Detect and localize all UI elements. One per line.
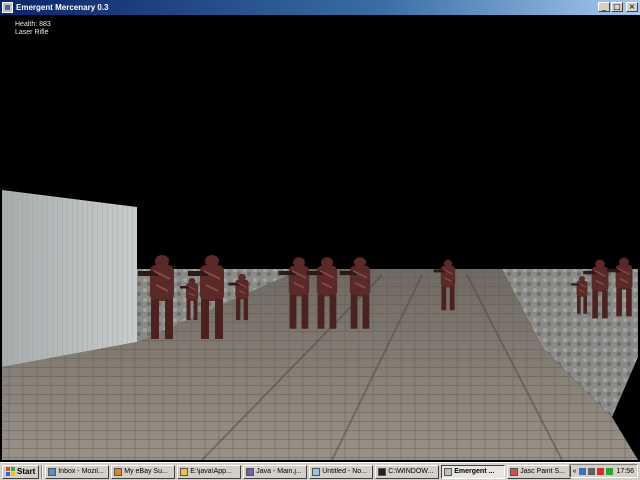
console-icon	[378, 467, 387, 476]
taskbar-button-label: E:\java\App...	[190, 468, 232, 475]
start-button[interactable]: Start	[2, 464, 40, 479]
title-bar[interactable]: Emergent Mercenary 0.3 _ □ ×	[0, 0, 640, 15]
start-label: Start	[17, 467, 36, 476]
taskbar-button[interactable]: Jasc Paint S...	[507, 464, 572, 479]
volume-icon[interactable]	[588, 467, 596, 475]
taskbar-button[interactable]: Untitled - No...	[309, 464, 374, 479]
taskbar-button-label: Java - Main.j...	[256, 468, 302, 475]
weapon-readout: Laser Rifle	[15, 29, 49, 36]
folder-icon	[180, 467, 189, 476]
minimize-button[interactable]: _	[598, 2, 610, 12]
taskbar-button-label: Inbox - Mozil...	[58, 468, 104, 475]
app-icon[interactable]	[2, 2, 13, 13]
tray-icons	[579, 467, 614, 475]
paint-icon	[510, 467, 519, 476]
taskbar-button[interactable]: E:\java\App...	[177, 464, 242, 479]
java-ide-icon	[246, 467, 255, 476]
mozilla-mail-icon	[48, 467, 57, 476]
notepad-icon	[312, 467, 321, 476]
taskbar-separator	[41, 464, 44, 479]
taskbar-button-label: C:\WINDOW...	[388, 468, 434, 475]
close-button[interactable]: ×	[626, 2, 638, 12]
taskbar: Start Inbox - Mozil... My eBay Su... E:\ja…	[0, 462, 640, 480]
clock[interactable]: 17:56	[616, 468, 634, 475]
window-controls: _ □ ×	[598, 2, 638, 12]
hud: Health: 883 Laser Rifle	[15, 21, 51, 37]
taskbar-button[interactable]: C:\WINDOW...	[375, 464, 440, 479]
taskbar-button[interactable]: Java - Main.j...	[243, 464, 308, 479]
taskbar-button-label: Emergent ...	[454, 468, 495, 475]
taskbar-button-label: Jasc Paint S...	[520, 468, 565, 475]
taskbar-button[interactable]: Inbox - Mozil...	[45, 464, 110, 479]
game-viewport[interactable]: Health: 883 Laser Rifle	[2, 17, 638, 460]
taskbar-button[interactable]: My eBay Su...	[111, 464, 176, 479]
security-icon[interactable]	[597, 467, 605, 475]
taskbar-button-label: My eBay Su...	[124, 468, 168, 475]
game-window-icon	[444, 467, 453, 476]
tray-expand-chevron-icon[interactable]: «	[573, 468, 577, 475]
windows-logo-icon	[6, 467, 15, 476]
game-window: Emergent Mercenary 0.3 _ □ × Health: 883…	[0, 0, 640, 462]
window-title: Emergent Mercenary 0.3	[16, 3, 109, 12]
game-scene	[2, 17, 638, 460]
health-readout: Health: 883	[15, 21, 51, 28]
network-icon[interactable]	[579, 467, 587, 475]
taskbar-button-label: Untitled - No...	[322, 468, 367, 475]
system-tray: « 17:56	[568, 464, 638, 478]
antivirus-icon[interactable]	[606, 467, 614, 475]
taskbar-button[interactable]: Emergent ...	[441, 464, 506, 479]
browser-icon	[114, 467, 123, 476]
maximize-button[interactable]: □	[611, 2, 623, 12]
task-list: Inbox - Mozil... My eBay Su... E:\java\App…	[45, 464, 572, 479]
